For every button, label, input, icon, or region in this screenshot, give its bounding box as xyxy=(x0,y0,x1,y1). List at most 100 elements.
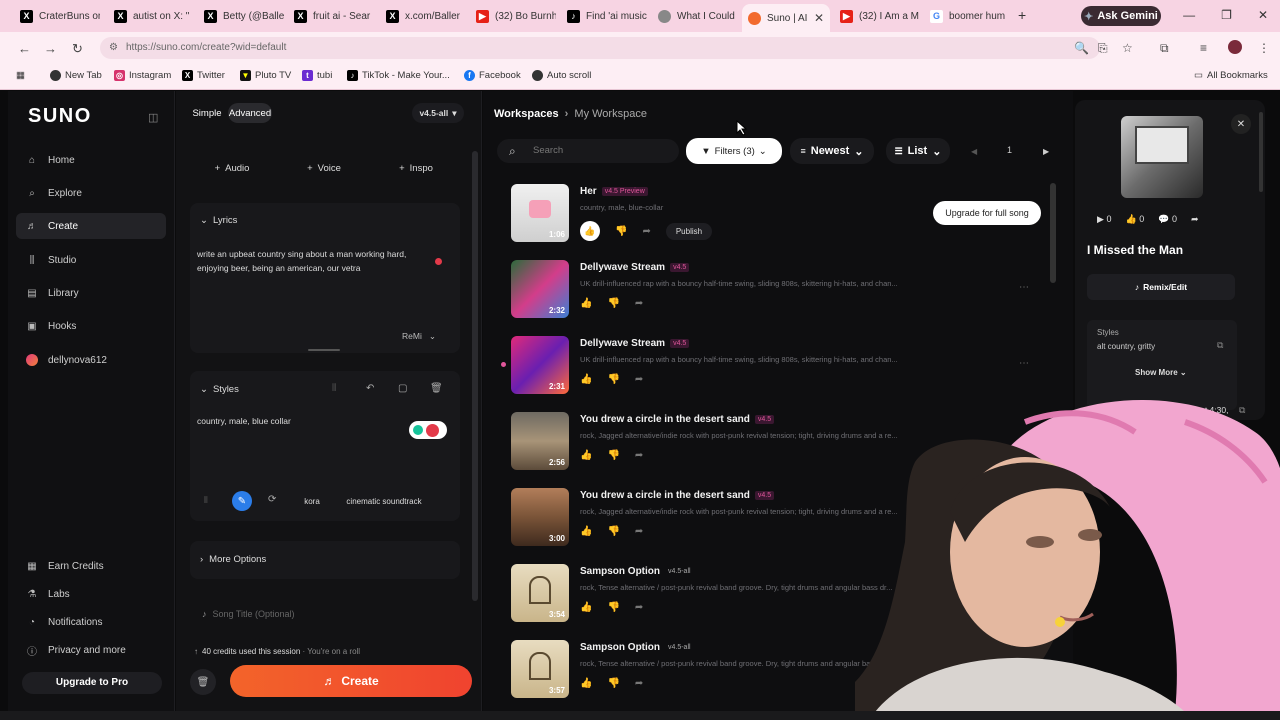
song-thumbnail[interactable]: 3:57 xyxy=(511,640,569,698)
like-icon[interactable]: 👍 xyxy=(580,221,600,241)
sort-select[interactable]: ≡ Newest ⌄ xyxy=(790,138,874,164)
dislike-icon[interactable]: 👎 xyxy=(607,298,619,309)
publish-button[interactable]: Publish xyxy=(665,222,713,240)
more-options-card[interactable]: › More Options xyxy=(190,541,460,579)
filters-button[interactable]: ▼ Filters (3) ⌄ xyxy=(686,138,782,164)
resize-handle[interactable] xyxy=(308,349,340,351)
detail-cover-art[interactable] xyxy=(1121,116,1203,198)
share-icon[interactable]: ➦ xyxy=(635,450,643,461)
show-more-button[interactable]: Show More ⌄ xyxy=(1135,368,1187,377)
sidebar-item-explore[interactable]: ⌕ Explore xyxy=(16,180,166,206)
extensions-icon[interactable]: ⧉ xyxy=(1160,41,1169,56)
browser-tab[interactable]: Gboomer hum xyxy=(924,4,1010,28)
upgrade-to-pro-button[interactable]: Upgrade to Pro xyxy=(22,672,162,694)
style-tag[interactable]: kora xyxy=(294,491,330,511)
dislike-icon[interactable]: 👎 xyxy=(607,374,619,385)
song-row[interactable]: 2:32 Dellywave Stream v4.5 UK drill-influ… xyxy=(511,260,1051,324)
all-bookmarks[interactable]: ▭ All Bookmarks xyxy=(1194,70,1268,81)
library-icon[interactable]: ⫴ xyxy=(204,495,208,506)
dislike-icon[interactable]: 👎 xyxy=(615,226,627,237)
add-inspo-button[interactable]: + Inspo xyxy=(386,157,446,179)
refresh-icon[interactable]: ⟳ xyxy=(268,494,276,505)
next-page-icon[interactable]: ▶ xyxy=(1043,147,1049,156)
menu-icon[interactable]: ⋮ xyxy=(1258,41,1270,55)
cast-icon[interactable]: ⎘ xyxy=(1098,41,1108,56)
styles-toggle[interactable]: ⌄ Styles xyxy=(200,384,239,395)
sidebar-item-library[interactable]: ▤ Library xyxy=(16,280,166,306)
lyrics-toggle[interactable]: ⌄ Lyrics xyxy=(200,215,237,226)
browser-tab[interactable]: X CraterBuns on xyxy=(14,4,100,28)
song-title[interactable]: You drew a circle in the desert sand v4.5 xyxy=(580,490,775,501)
share-icon[interactable]: ➦ xyxy=(635,374,643,385)
bookmark-facebook[interactable]: f Facebook xyxy=(464,70,521,81)
share-icon[interactable]: ➦ xyxy=(635,298,643,309)
remix-edit-button[interactable]: ♪ Remix/Edit xyxy=(1087,274,1235,300)
share-icon[interactable]: ➦ xyxy=(1191,214,1199,225)
song-title[interactable]: Her v4.5 Preview xyxy=(580,186,648,197)
like-count[interactable]: 👍 0 xyxy=(1125,214,1144,225)
browser-tab[interactable]: ▶ (32) I Am a M xyxy=(834,4,920,28)
new-tab-icon[interactable]: + xyxy=(1018,7,1026,23)
mode-advanced-tab[interactable]: Advanced xyxy=(228,103,272,123)
like-icon[interactable]: 👍 xyxy=(580,298,592,309)
dislike-icon[interactable]: 👎 xyxy=(607,526,619,537)
song-title[interactable]: Sampson Option v4.5-all xyxy=(580,566,694,577)
library-icon[interactable]: ⫴ xyxy=(332,383,336,394)
lyrics-input[interactable]: write an upbeat country sing about a man… xyxy=(197,247,437,275)
back-icon[interactable]: ← xyxy=(18,41,31,56)
breadcrumb-workspaces[interactable]: Workspaces xyxy=(494,108,559,120)
sidebar-item-earn-credits[interactable]: ▦ Earn Credits xyxy=(16,553,166,579)
collapse-sidebar-icon[interactable]: ◫ xyxy=(148,111,158,124)
trash-icon[interactable]: 🗑 xyxy=(190,669,216,695)
browser-tab[interactable]: Xautist on X: " xyxy=(108,4,194,28)
create-button[interactable]: ♬ Create xyxy=(230,665,472,697)
like-icon[interactable]: 👍 xyxy=(580,678,592,689)
like-icon[interactable]: 👍 xyxy=(580,450,592,461)
sidebar-item-hooks[interactable]: ▣ Hooks xyxy=(16,313,166,339)
minimize-icon[interactable]: — xyxy=(1183,8,1195,22)
like-icon[interactable]: 👍 xyxy=(580,526,592,537)
song-title[interactable]: You drew a circle in the desert sand v4.5 xyxy=(580,414,775,425)
bookmark-autoscroll[interactable]: Auto scroll xyxy=(532,70,591,81)
close-window-icon[interactable]: ✕ xyxy=(1258,8,1268,22)
mode-simple-tab[interactable]: Simple xyxy=(188,103,226,123)
dislike-icon[interactable]: 👎 xyxy=(607,678,619,689)
song-thumbnail[interactable]: 3:00 xyxy=(511,488,569,546)
bookmark-instagram[interactable]: ◎ Instagram xyxy=(114,70,171,81)
reload-icon[interactable]: ↻ xyxy=(72,41,83,57)
trash-icon[interactable]: 🗑 xyxy=(430,383,443,394)
sidebar-item-privacy[interactable]: ⓘ Privacy and more xyxy=(16,637,166,663)
sidebar-item-notifications[interactable]: ◔ Notifications xyxy=(16,609,166,635)
panel-scrollbar[interactable] xyxy=(472,151,478,601)
song-title[interactable]: Dellywave Stream v4.5 xyxy=(580,262,690,273)
forward-icon[interactable]: → xyxy=(44,41,57,56)
browser-tab-active[interactable]: Suno | AI ✕ xyxy=(742,4,830,32)
site-info-icon[interactable]: ⚙ xyxy=(109,37,118,59)
song-thumbnail[interactable]: 1:06 xyxy=(511,184,569,242)
browser-tab[interactable]: X Betty (@Balle xyxy=(198,4,284,28)
song-thumbnail[interactable]: 3:54 xyxy=(511,564,569,622)
dislike-icon[interactable]: 👎 xyxy=(607,602,619,613)
bookmark-star-icon[interactable]: ☆ xyxy=(1122,41,1133,55)
sidebar-item-profile[interactable]: dellynova612 xyxy=(16,347,166,373)
address-bar[interactable]: ⚙ https://suno.com/create?wid=default xyxy=(100,37,1100,59)
close-icon[interactable]: ✕ xyxy=(1231,114,1251,134)
magic-wand-icon[interactable]: ✎ xyxy=(232,491,252,511)
song-title[interactable]: Sampson Option v4.5-all xyxy=(580,642,694,653)
styles-input[interactable]: country, male, blue collar xyxy=(197,416,291,426)
add-audio-button[interactable]: + Audio xyxy=(202,157,262,179)
comment-count[interactable]: 💬 0 xyxy=(1158,214,1177,225)
dislike-icon[interactable]: 👎 xyxy=(607,450,619,461)
song-thumbnail[interactable]: 2:56 xyxy=(511,412,569,470)
share-icon[interactable]: ➦ xyxy=(635,678,643,689)
copy-icon[interactable]: ⧉ xyxy=(1217,340,1223,351)
browser-tab[interactable]: Xfruit ai - Sear xyxy=(288,4,374,28)
suno-logo[interactable]: SUNO xyxy=(28,105,92,128)
song-title-input[interactable]: ♪ Song Title (Optional) xyxy=(202,609,295,619)
share-icon[interactable]: ➦ xyxy=(635,602,643,613)
share-icon[interactable]: ➦ xyxy=(642,226,650,237)
like-icon[interactable]: 👍 xyxy=(580,602,592,613)
media-icon[interactable]: ≡ xyxy=(1200,41,1207,55)
bookmark-tubi[interactable]: t tubi xyxy=(302,70,332,81)
sidebar-item-create[interactable]: ♬ Create xyxy=(16,213,166,239)
